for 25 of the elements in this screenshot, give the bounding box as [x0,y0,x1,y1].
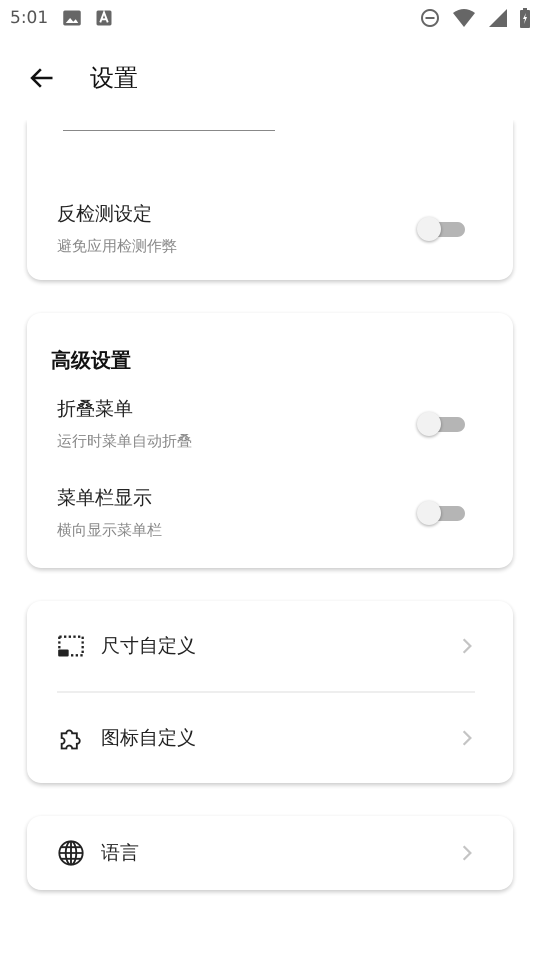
menu-item[interactable]: 语言 [27,816,513,890]
toggle-switch[interactable] [417,216,467,240]
setting-subtitle: 避免应用检测作弊 [57,237,178,256]
setting-subtitle: 运行时菜单自动折叠 [57,432,193,451]
do-not-disturb-icon [420,8,440,28]
image-icon [62,8,82,28]
chevron-icon [461,844,473,862]
status-time: 5:01 [10,8,48,28]
chevron-icon [461,729,473,747]
page-title: 设置 [90,63,138,94]
toggle-switch[interactable] [417,500,467,524]
setting-title: 菜单栏显示 [57,486,153,511]
menu-item[interactable]: 尺寸自定义 [27,601,513,691]
wifi-icon [452,8,476,28]
setting-subtitle: 横向显示菜单栏 [57,521,163,540]
battery-icon [520,8,530,28]
toggle-switch[interactable] [417,412,467,436]
font-icon [94,8,114,28]
globe-icon [57,839,85,867]
menu-item[interactable]: 图标自定义 [27,693,513,783]
section-heading: 高级设置 [50,347,132,374]
setting-title: 折叠菜单 [57,397,134,422]
signal-icon [488,8,508,28]
setting-title: 反检测设定 [57,202,153,227]
chevron-icon [461,637,473,655]
